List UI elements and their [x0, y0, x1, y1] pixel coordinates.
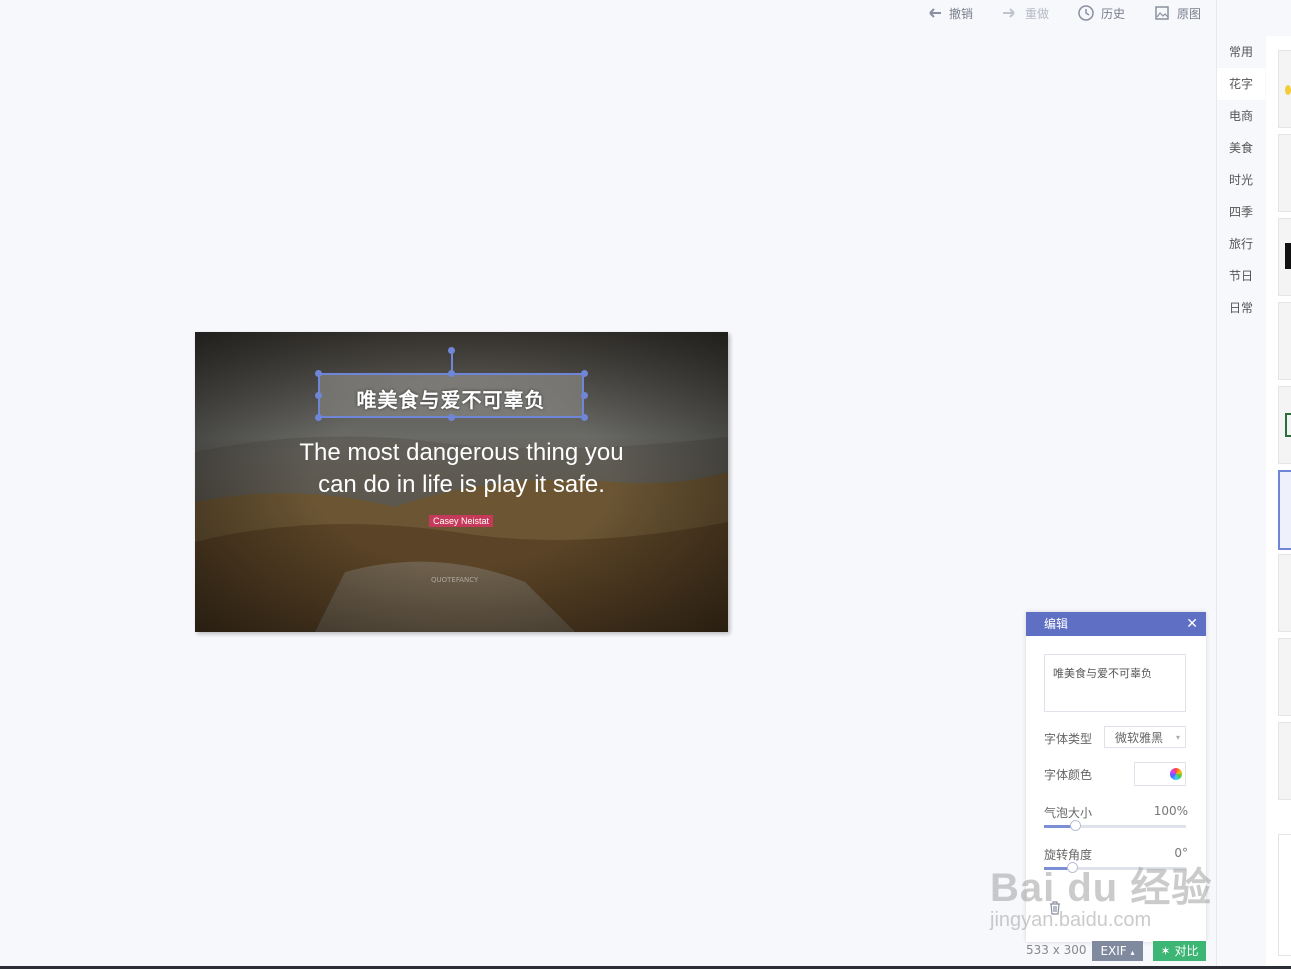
sparkle-icon: ✶ — [1160, 944, 1171, 958]
category-fancy-text[interactable]: 花字 — [1217, 68, 1265, 100]
history-label: 历史 — [1100, 6, 1125, 21]
redo-button[interactable]: 重做 — [1001, 4, 1049, 22]
bubble-size-slider-knob[interactable] — [1070, 820, 1081, 831]
exif-label: EXIF — [1100, 944, 1127, 958]
exif-button[interactable]: EXIF ▴ — [1092, 941, 1143, 961]
category-common[interactable]: 常用 — [1217, 36, 1265, 68]
sticker-thumbnail[interactable] — [1278, 834, 1291, 956]
close-icon[interactable]: ✕ — [1186, 612, 1198, 636]
undo-button[interactable]: 撤销 — [925, 4, 973, 22]
category-holiday[interactable]: 节日 — [1217, 260, 1265, 292]
category-ecommerce[interactable]: 电商 — [1217, 100, 1265, 132]
sticker-thumbnail[interactable] — [1278, 386, 1291, 464]
resize-handle-top-right[interactable] — [581, 370, 588, 377]
dialog-header: 编辑 ✕ — [1026, 612, 1206, 636]
category-food[interactable]: 美食 — [1217, 132, 1265, 164]
top-toolbar: 撤销 重做 历史 原图 — [897, 0, 1201, 26]
resize-handle-bottom-left[interactable] — [315, 414, 322, 421]
sticker-thumbnail[interactable] — [1278, 134, 1291, 212]
sticker-thumbnail[interactable] — [1278, 722, 1291, 800]
original-image-button[interactable]: 原图 — [1153, 4, 1201, 22]
sticker-text: 唯美食与爱不可辜负 — [356, 388, 546, 412]
category-list: 常用 花字 电商 美食 时光 四季 旅行 节日 日常 — [1217, 36, 1265, 324]
watermark-main: Bai du 经验 — [990, 866, 1213, 910]
original-label: 原图 — [1176, 6, 1201, 21]
arrow-right-icon — [1002, 8, 1015, 18]
sticker-thumbnail-strip — [1266, 36, 1291, 966]
compare-label: 对比 — [1174, 944, 1199, 958]
font-type-value: 微软雅黑 — [1115, 731, 1164, 745]
resize-handle-top[interactable] — [448, 370, 455, 377]
image-icon — [1155, 6, 1169, 20]
resize-handle-right[interactable] — [581, 392, 588, 399]
quote-line-2: can do in life is play it safe. — [318, 471, 605, 498]
category-time[interactable]: 时光 — [1217, 164, 1265, 196]
author-tag: Casey Neistat — [429, 515, 494, 527]
canvas-image[interactable]: The most dangerous thing you can do in l… — [195, 332, 728, 632]
bubble-size-value: 100% — [1153, 804, 1188, 818]
sticker-thumbnail[interactable] — [1278, 50, 1291, 128]
caret-up-icon: ▴ — [1130, 948, 1135, 957]
bubble-size-slider[interactable] — [1044, 820, 1186, 831]
category-travel[interactable]: 旅行 — [1217, 228, 1265, 260]
image-size-label: 533 x 300 — [1026, 943, 1087, 957]
font-color-label: 字体颜色 — [1044, 768, 1093, 782]
resize-handle-top-left[interactable] — [315, 370, 322, 377]
sticker-text-input[interactable]: 唯美食与爱不可辜负 — [1044, 654, 1186, 712]
rotate-handle[interactable] — [448, 347, 455, 354]
baidu-watermark: Bai du 经验 jingyan.baidu.com — [990, 855, 1212, 932]
bubble-size-label: 气泡大小 — [1044, 806, 1093, 820]
sticker-thumbnail-selected[interactable] — [1278, 470, 1291, 550]
compare-button[interactable]: ✶ 对比 — [1153, 941, 1206, 961]
arrow-left-icon — [929, 8, 941, 18]
sticker-thumbnail[interactable] — [1278, 302, 1291, 380]
quote-line-1: The most dangerous thing you — [299, 439, 624, 466]
brand-mark: QUOTEFANCY — [431, 576, 479, 584]
dialog-title: 编辑 — [1044, 617, 1069, 631]
history-button[interactable]: 历史 — [1077, 4, 1125, 22]
sticker-thumbnail[interactable] — [1278, 554, 1291, 632]
category-daily[interactable]: 日常 — [1217, 292, 1265, 324]
undo-label: 撤销 — [948, 6, 973, 21]
category-seasons[interactable]: 四季 — [1217, 196, 1265, 228]
resize-handle-bottom[interactable] — [448, 414, 455, 421]
text-sticker[interactable]: 唯美食与爱不可辜负 — [318, 373, 584, 418]
font-type-label: 字体类型 — [1044, 732, 1093, 746]
redo-label: 重做 — [1024, 6, 1049, 21]
dropdown-caret-icon: ▾ — [1175, 733, 1180, 742]
clock-icon — [1078, 5, 1094, 21]
color-wheel-icon — [1170, 768, 1182, 780]
font-type-select[interactable]: 微软雅黑 ▾ — [1104, 726, 1186, 748]
resize-handle-left[interactable] — [315, 392, 322, 399]
resize-handle-bottom-right[interactable] — [581, 414, 588, 421]
sticker-thumbnail[interactable] — [1278, 218, 1291, 296]
sticker-thumbnail[interactable] — [1278, 638, 1291, 716]
font-color-picker[interactable] — [1134, 762, 1186, 786]
